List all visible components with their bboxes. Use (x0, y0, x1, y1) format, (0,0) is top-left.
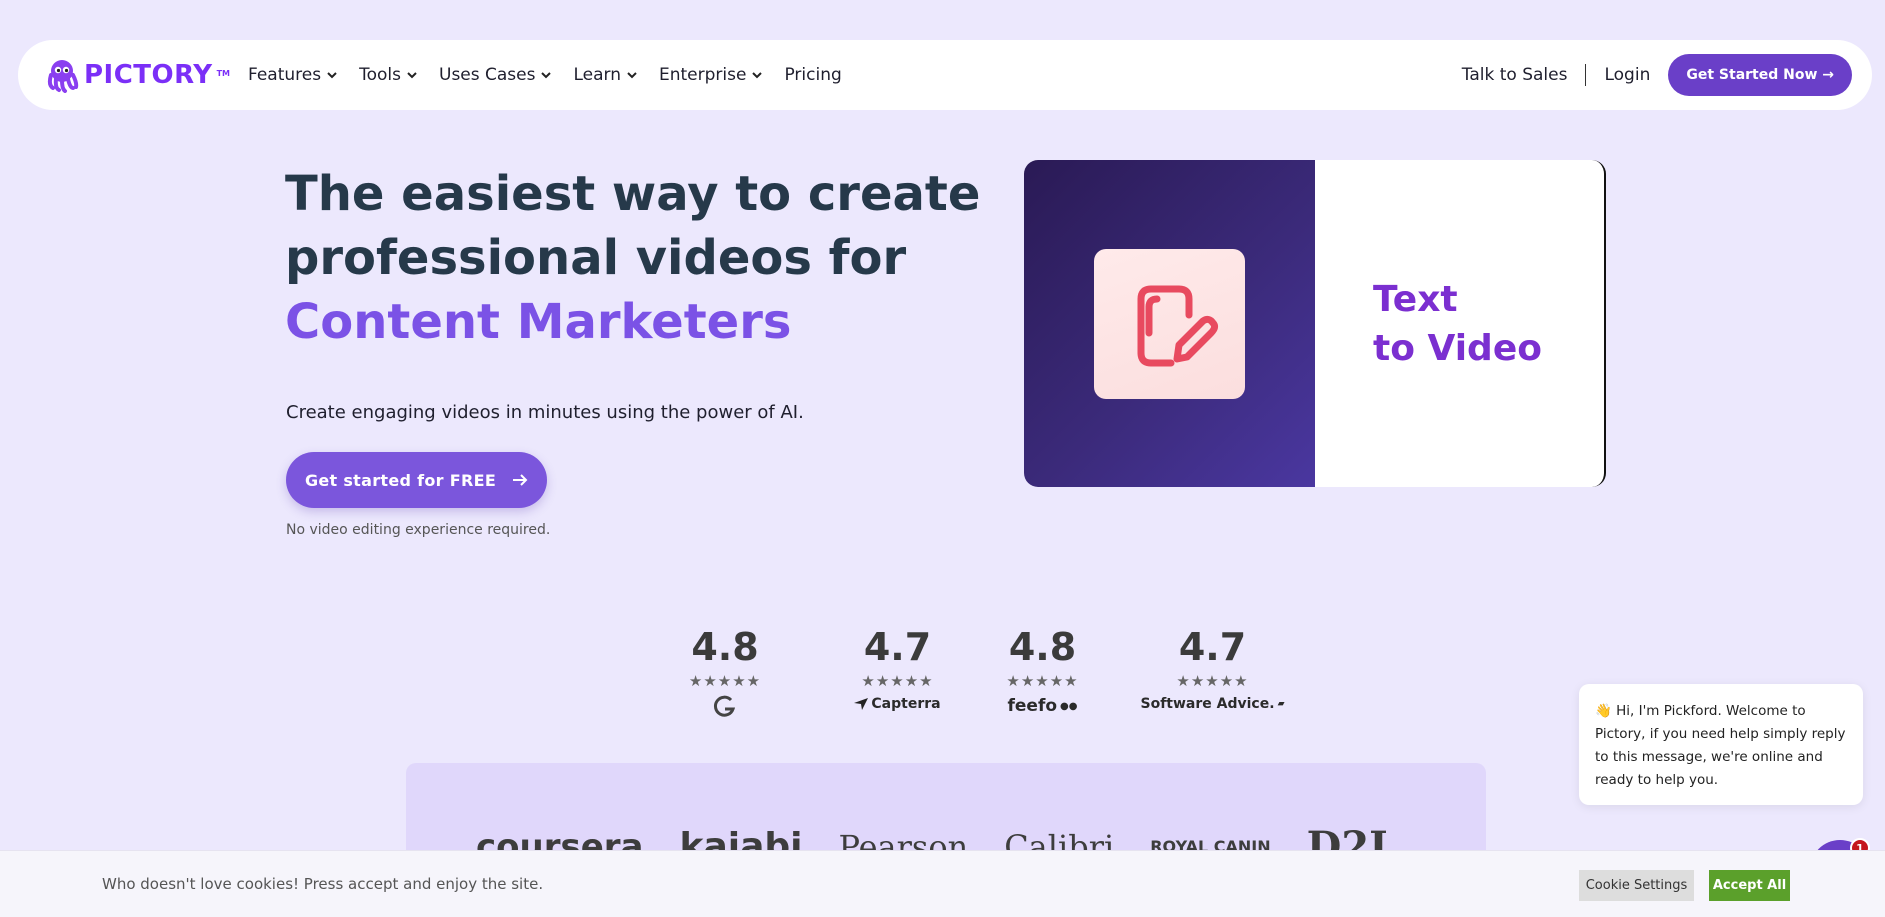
get-started-free-button[interactable]: Get started for FREE (286, 452, 547, 508)
capterra-arrow-icon (854, 698, 869, 710)
media-icon-panel (1024, 160, 1315, 487)
login-link[interactable]: Login (1604, 65, 1650, 85)
ratings-row: 4.8 ★★★★★ 4.7 ★★★★★ Capterra 4.8 ★★★★★ f… (680, 624, 1300, 718)
nav-features-label: Features (248, 65, 322, 85)
talk-to-sales-link[interactable]: Talk to Sales (1462, 65, 1568, 85)
accept-all-cookies-button[interactable]: Accept All (1709, 870, 1790, 901)
rating-capterra: 4.7 ★★★★★ Capterra (825, 624, 970, 718)
rating-software-advice: 4.7 ★★★★★ Software Advice. ▰ (1125, 624, 1300, 718)
capterra-brand: Capterra (854, 696, 941, 712)
arrow-right-icon (513, 474, 528, 486)
nav-enterprise-label: Enterprise (659, 65, 747, 85)
g2-logo-icon (713, 695, 736, 717)
top-navbar: PICTORY TM Features Tools Uses Cases Lea… (18, 40, 1872, 110)
chat-greeting-bubble[interactable]: 👋 Hi, I'm Pickford. Welcome to Pictory, … (1579, 684, 1863, 805)
star-rating: ★★★★★ (1006, 672, 1079, 690)
script-edit-icon (1137, 285, 1218, 366)
feefo-brand: feefo ●● (1008, 696, 1078, 716)
cookie-banner: Who doesn't love cookies! Press accept a… (0, 850, 1885, 917)
octopus-icon (47, 60, 79, 93)
chevron-down-icon (627, 72, 637, 79)
capterra-label: Capterra (871, 696, 941, 712)
icon-card (1094, 248, 1245, 399)
star-rating: ★★★★★ (688, 672, 762, 690)
star-rating: ★★★★★ (861, 672, 934, 690)
media-text-panel: Text to Video (1315, 160, 1604, 487)
software-advice-label: Software Advice. (1140, 696, 1275, 712)
nav-enterprise[interactable]: Enterprise (659, 65, 763, 85)
nav-use-cases[interactable]: Uses Cases (439, 65, 552, 85)
cookie-settings-button[interactable]: Cookie Settings (1579, 870, 1694, 901)
hero-title-line1: The easiest way to create (285, 166, 981, 222)
nav-divider (1585, 64, 1587, 86)
get-started-free-label: Get started for FREE (304, 470, 497, 490)
rating-g2: 4.8 ★★★★★ (680, 624, 770, 718)
rating-score: 4.7 (1178, 625, 1247, 669)
nav-pricing[interactable]: Pricing (784, 65, 841, 85)
nav-use-cases-label: Uses Cases (439, 65, 536, 85)
rating-feefo: 4.8 ★★★★★ feefo ●● (970, 624, 1115, 718)
chevron-down-icon (407, 72, 417, 79)
nav-learn-label: Learn (573, 65, 621, 85)
hero-note: No video editing experience required. (286, 522, 551, 538)
rating-score: 4.8 (691, 625, 759, 669)
logo-trademark: TM (216, 69, 230, 78)
hero-media[interactable]: Text to Video (1024, 160, 1606, 487)
feefo-eyes-icon: ●● (1060, 700, 1078, 712)
speech-bubble-icon: ▰ (1277, 699, 1285, 709)
nav-pricing-label: Pricing (784, 65, 842, 85)
hero-title-accent: Content Marketers (285, 294, 792, 350)
media-text: Text to Video (1373, 278, 1542, 369)
cookie-message: Who doesn't love cookies! Press accept a… (102, 875, 544, 893)
hero-title-line2: professional videos for (285, 230, 907, 286)
hero-subtitle: Create engaging videos in minutes using … (286, 402, 804, 423)
hero-title: The easiest way to create professional v… (285, 162, 1005, 354)
software-advice-brand: Software Advice. ▰ (1141, 696, 1285, 712)
nav-right-group: Talk to Sales Login Get Started Now → (1462, 54, 1852, 96)
rating-score: 4.7 (863, 625, 932, 669)
pictory-logo[interactable]: PICTORY TM (44, 57, 230, 93)
star-rating: ★★★★★ (1176, 672, 1249, 690)
nav-learn[interactable]: Learn (573, 65, 637, 85)
nav-features[interactable]: Features (248, 65, 337, 85)
chevron-down-icon (327, 72, 337, 79)
chevron-down-icon (541, 72, 552, 79)
nav-tools[interactable]: Tools (359, 65, 417, 85)
feefo-label: feefo (1007, 696, 1058, 716)
get-started-now-button[interactable]: Get Started Now → (1668, 54, 1852, 96)
nav-tools-label: Tools (359, 65, 401, 85)
logo-wordmark: PICTORY (84, 60, 213, 90)
chevron-down-icon (752, 72, 763, 79)
rating-score: 4.8 (1008, 625, 1077, 669)
